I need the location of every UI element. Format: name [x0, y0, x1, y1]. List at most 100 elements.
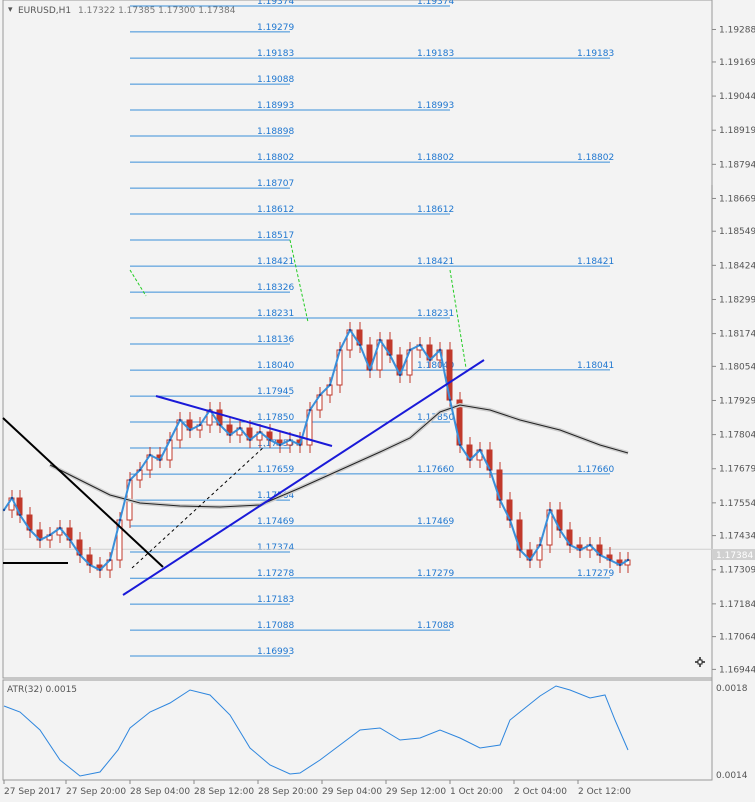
fib-level-label: 1.18326: [257, 283, 294, 293]
price-tick-label: 1.18174: [719, 330, 755, 340]
time-tick-label: 28 Sep 20:00: [258, 787, 318, 797]
fib-level-label: 1.17374: [257, 543, 294, 553]
fib-level-label: 1.19374: [417, 0, 454, 7]
fast-ma-point: [248, 438, 252, 442]
fib-level-label: 1.17469: [417, 517, 454, 527]
fib-level-label: 1.18041: [577, 361, 614, 371]
price-tick-label: 1.18054: [719, 362, 755, 372]
time-tick-label: 27 Sep 20:00: [66, 787, 126, 797]
fib-level-label: 1.19088: [257, 75, 294, 85]
time-tick-label: 28 Sep 04:00: [130, 787, 190, 797]
fib-level-label: 1.17278: [257, 569, 294, 579]
fast-ma-point: [438, 348, 442, 352]
fib-level-label: 1.18707: [257, 179, 294, 189]
fast-ma-point: [358, 343, 362, 347]
fib-level-label: 1.17659: [257, 465, 294, 475]
fib-level-label: 1.18802: [417, 153, 454, 163]
price-tick-label: 1.17679: [719, 465, 755, 475]
price-tick-label: 1.17184: [719, 600, 755, 610]
fast-ma-point: [338, 348, 342, 352]
fast-ma-point: [148, 453, 152, 457]
atr-scale-top: 0.0018: [716, 684, 748, 694]
fast-ma-point: [268, 438, 272, 442]
fast-ma-point: [388, 353, 392, 357]
fast-ma-point: [138, 468, 142, 472]
fast-ma-point: [128, 478, 132, 482]
price-tick-label: 1.17929: [719, 396, 755, 406]
fast-ma-point: [288, 438, 292, 442]
fast-ma-point: [10, 496, 14, 500]
chart-ohlc: 1.17322 1.17385 1.17300 1.17384: [78, 6, 236, 16]
fast-ma-point: [368, 368, 372, 372]
fib-level-label: 1.18231: [417, 309, 454, 319]
fib-level-label: 1.18040: [257, 361, 294, 371]
fib-level-label: 1.16993: [257, 647, 294, 657]
fast-ma-point: [88, 563, 92, 567]
fast-ma-point: [558, 528, 562, 532]
fast-ma-point: [238, 426, 242, 430]
fast-ma-point: [118, 518, 122, 522]
fib-level-label: 1.19183: [257, 49, 294, 59]
fast-ma-point: [298, 443, 302, 447]
fib-level-label: 1.18136: [257, 335, 294, 345]
fast-ma-point: [478, 448, 482, 452]
price-tick-label: 1.17434: [719, 532, 755, 542]
fib-level-label: 1.18612: [257, 205, 294, 215]
price-axis: 1.19288 1.19169 1.19044 1.18919 1.18794 1.186…: [712, 25, 755, 675]
chart-canvas[interactable]: 1.19374 1.19279 1.19183 1.19088 1.18993 1.188…: [0, 0, 755, 802]
time-tick-label: 27 Sep 2017: [4, 787, 61, 797]
fib-level-label: 1.18231: [257, 309, 294, 319]
price-tick-label: 1.19044: [719, 92, 755, 102]
price-tick-label: 1.17064: [719, 633, 755, 643]
fast-ma-point: [28, 528, 32, 532]
fast-ma-point: [568, 543, 572, 547]
fast-ma-point: [418, 343, 422, 347]
fast-ma-point: [108, 558, 112, 562]
fast-ma-point: [328, 383, 332, 387]
fib-level-label: 1.18421: [257, 257, 294, 267]
price-tick-label: 1.17309: [719, 566, 755, 576]
time-tick-label: 29 Sep 12:00: [386, 787, 446, 797]
fib-level-label: 1.17279: [417, 569, 454, 579]
price-tick-label: 1.18919: [719, 126, 755, 136]
fib-level-label: 1.18802: [257, 153, 294, 163]
fast-ma-point: [498, 498, 502, 502]
fast-ma-point: [18, 513, 22, 517]
chart-symbol: EURUSD,H1: [18, 6, 71, 16]
fib-level-label: 1.17850: [257, 413, 294, 423]
fib-level-label: 1.17088: [417, 621, 454, 631]
fib-level-label: 1.19374: [257, 0, 294, 7]
fast-ma-point: [448, 398, 452, 402]
time-tick-label: 28 Sep 12:00: [194, 787, 254, 797]
price-tick-label: 1.19169: [719, 58, 755, 68]
fib-level-label: 1.18421: [417, 257, 454, 267]
fib-level-label: 1.18802: [577, 153, 614, 163]
fast-ma-point: [548, 508, 552, 512]
fib-level-label: 1.19183: [417, 49, 454, 59]
fast-ma-point: [538, 543, 542, 547]
fast-ma-point: [378, 338, 382, 342]
price-tick-label: 1.18549: [719, 227, 755, 237]
price-tick-label: 1.17804: [719, 431, 755, 441]
price-scale-bar[interactable]: [711, 185, 713, 460]
current-price-label: 1.17384: [716, 551, 753, 561]
fib-level-label: 1.18612: [417, 205, 454, 215]
price-tick-label: 1.18299: [719, 295, 755, 305]
time-axis: 27 Sep 2017 27 Sep 20:00 28 Sep 04:00 28 Se…: [3, 780, 631, 797]
fib-level-label: 1.17183: [257, 595, 294, 605]
time-tick-label: 2 Oct 04:00: [514, 787, 567, 797]
fast-ma-point: [58, 526, 62, 530]
fib-level-label: 1.17279: [577, 569, 614, 579]
time-tick-label: 1 Oct 20:00: [450, 787, 503, 797]
fast-ma-point: [468, 458, 472, 462]
fast-ma-point: [308, 408, 312, 412]
fast-ma-point: [458, 443, 462, 447]
fast-ma-point: [98, 568, 102, 572]
fib-level-label: 1.18993: [257, 101, 294, 111]
fast-ma-point: [48, 533, 52, 537]
fib-level-label: 1.18421: [577, 257, 614, 267]
fast-ma-point: [68, 538, 72, 542]
time-tick-label: 29 Sep 04:00: [322, 787, 382, 797]
fast-ma-point: [528, 558, 532, 562]
fast-ma-point: [588, 543, 592, 547]
